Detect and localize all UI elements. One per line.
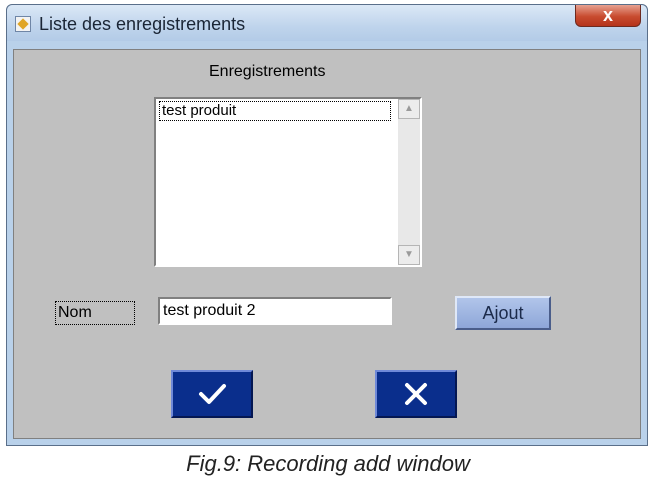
close-button[interactable]: x <box>575 5 641 27</box>
app-icon <box>15 16 31 32</box>
title-bar[interactable]: Liste des enregistrements x <box>7 5 647 41</box>
nom-label: Nom <box>55 301 135 325</box>
arrow-up-icon: ▲ <box>404 103 414 114</box>
records-listbox[interactable]: test produit ▲ ▼ <box>154 97 422 267</box>
ok-button[interactable] <box>171 370 253 418</box>
dialog-window: Liste des enregistrements x Enregistreme… <box>6 4 648 446</box>
records-list-label: Enregistrements <box>209 63 326 80</box>
vertical-scrollbar[interactable]: ▲ ▼ <box>398 99 420 265</box>
figure-caption: Fig.9: Recording add window <box>186 451 470 476</box>
nom-input[interactable]: test produit 2 <box>158 297 392 325</box>
checkmark-icon <box>199 384 226 404</box>
scroll-down-button[interactable]: ▼ <box>398 245 420 265</box>
ajout-button[interactable]: Ajout <box>455 296 551 330</box>
scroll-up-button[interactable]: ▲ <box>398 99 420 119</box>
arrow-down-icon: ▼ <box>404 249 414 260</box>
list-item[interactable]: test produit <box>159 101 391 121</box>
cancel-button[interactable] <box>375 370 457 418</box>
dialog-client-area: Enregistrements test produit ▲ ▼ Nom tes… <box>13 49 641 439</box>
window-title: Liste des enregistrements <box>39 14 246 34</box>
x-icon <box>405 383 427 405</box>
